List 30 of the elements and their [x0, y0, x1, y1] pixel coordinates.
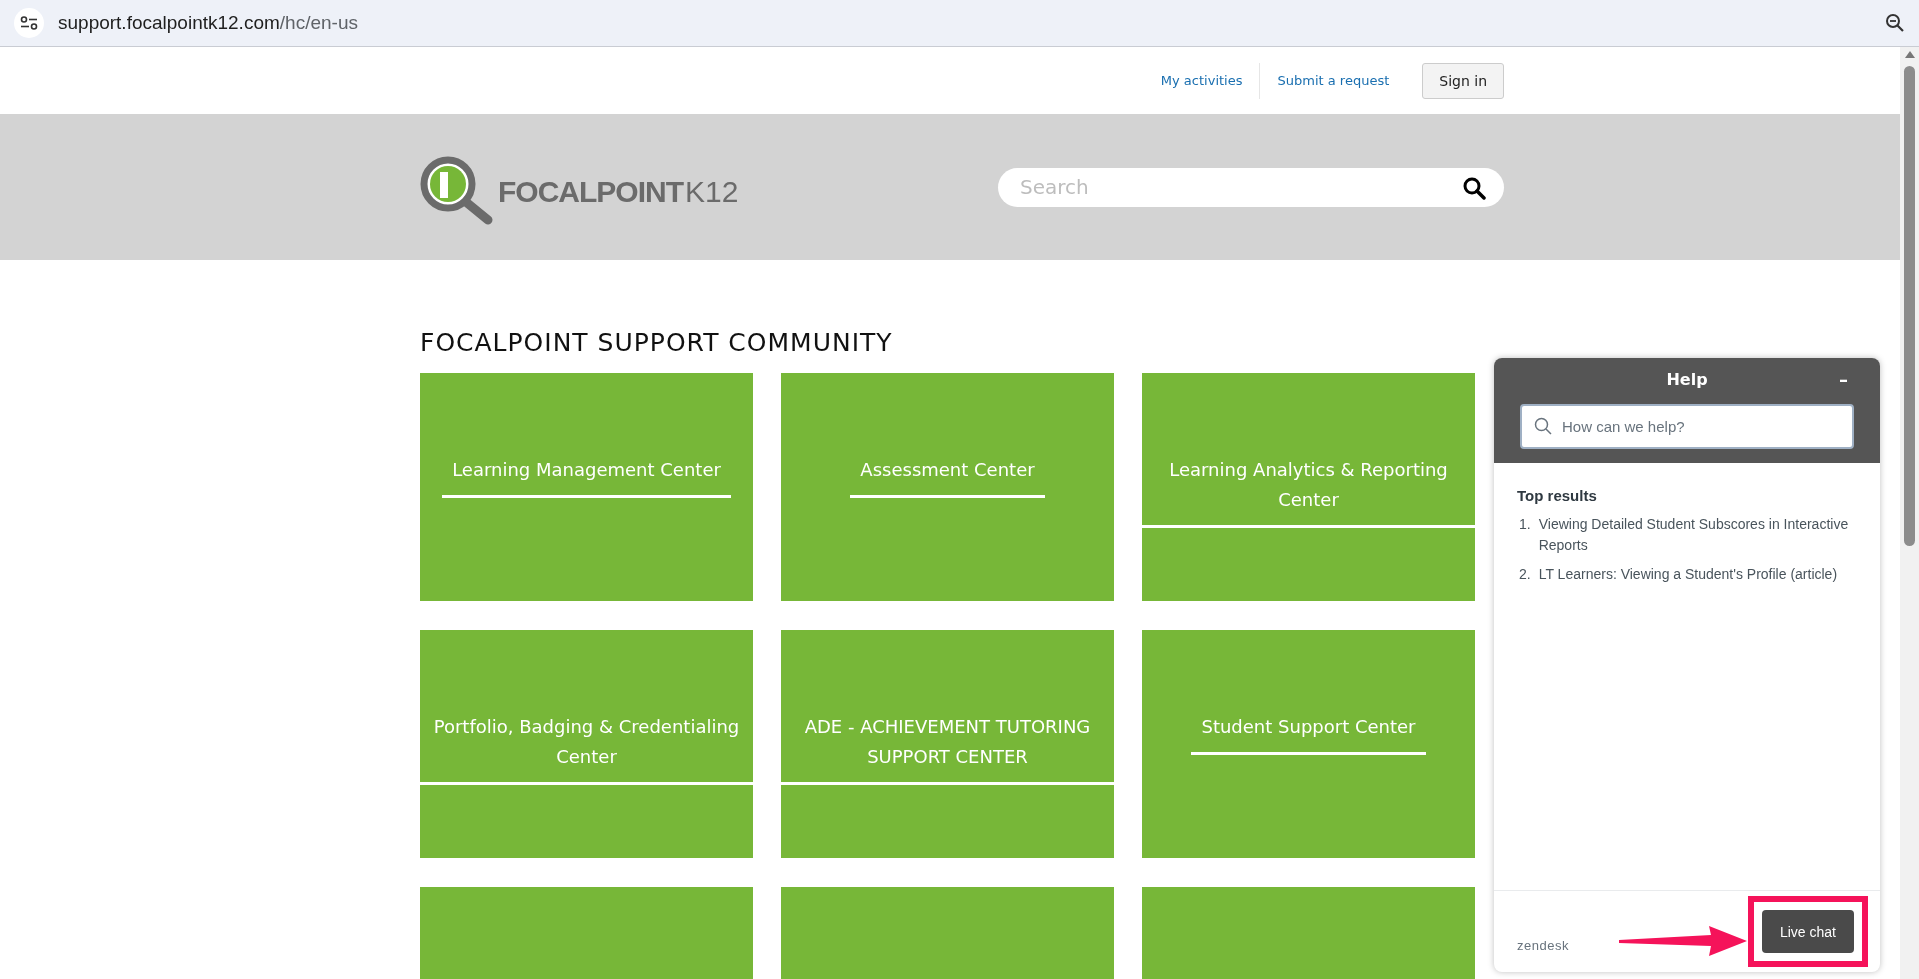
- sign-in-button[interactable]: Sign in: [1422, 62, 1504, 99]
- tile-title: Learning Management Center: [442, 455, 731, 498]
- live-chat-button[interactable]: Live chat: [1761, 910, 1854, 953]
- annotation-arrow-icon: [1618, 926, 1747, 956]
- zoom-icon[interactable]: [1885, 13, 1905, 33]
- section-title: FOCALPOINT SUPPORT COMMUNITY: [420, 328, 894, 357]
- search-icon[interactable]: [1462, 175, 1486, 200]
- result-link[interactable]: 2. LT Learners: Viewing a Student's Profile (article): [1517, 564, 1857, 585]
- tile-title: Assessment Center: [850, 455, 1045, 498]
- result-link[interactable]: 1. Viewing Detailed Student Subscores in Interactive Reports: [1517, 514, 1857, 556]
- tile-title: Learning Analytics & Reporting Center: [1142, 455, 1475, 528]
- results-heading: Top results: [1517, 487, 1598, 504]
- nav-link[interactable]: My activities: [1143, 62, 1261, 99]
- search-icon: [1534, 417, 1552, 435]
- logo-text: FOCALPOINT: [498, 175, 683, 209]
- tile-title: Portfolio, Badging & Credentialing Center: [420, 712, 753, 785]
- scrollbar-thumb[interactable]: [1904, 66, 1915, 546]
- logo-suffix: K12: [685, 175, 739, 209]
- minimize-button[interactable]: –: [1833, 368, 1854, 391]
- widget-title: Help: [1666, 369, 1708, 391]
- tile-title: Student Support Center: [1191, 712, 1426, 755]
- url-text[interactable]: support.focalpointk12.com/hc/en-us: [58, 12, 1871, 34]
- scrollbar[interactable]: [1900, 47, 1919, 979]
- scroll-up-icon[interactable]: [1904, 51, 1915, 58]
- search-field[interactable]: Search: [998, 167, 1504, 207]
- tile-title: ADE - ACHIEVEMENT TUTORING SUPPORT CENTER: [781, 712, 1114, 785]
- nav-link[interactable]: Submit a request: [1260, 62, 1407, 99]
- help-search-field[interactable]: How can we help?: [1520, 404, 1854, 449]
- site-settings-icon[interactable]: [14, 8, 44, 38]
- brand-text: zendesk: [1517, 938, 1569, 953]
